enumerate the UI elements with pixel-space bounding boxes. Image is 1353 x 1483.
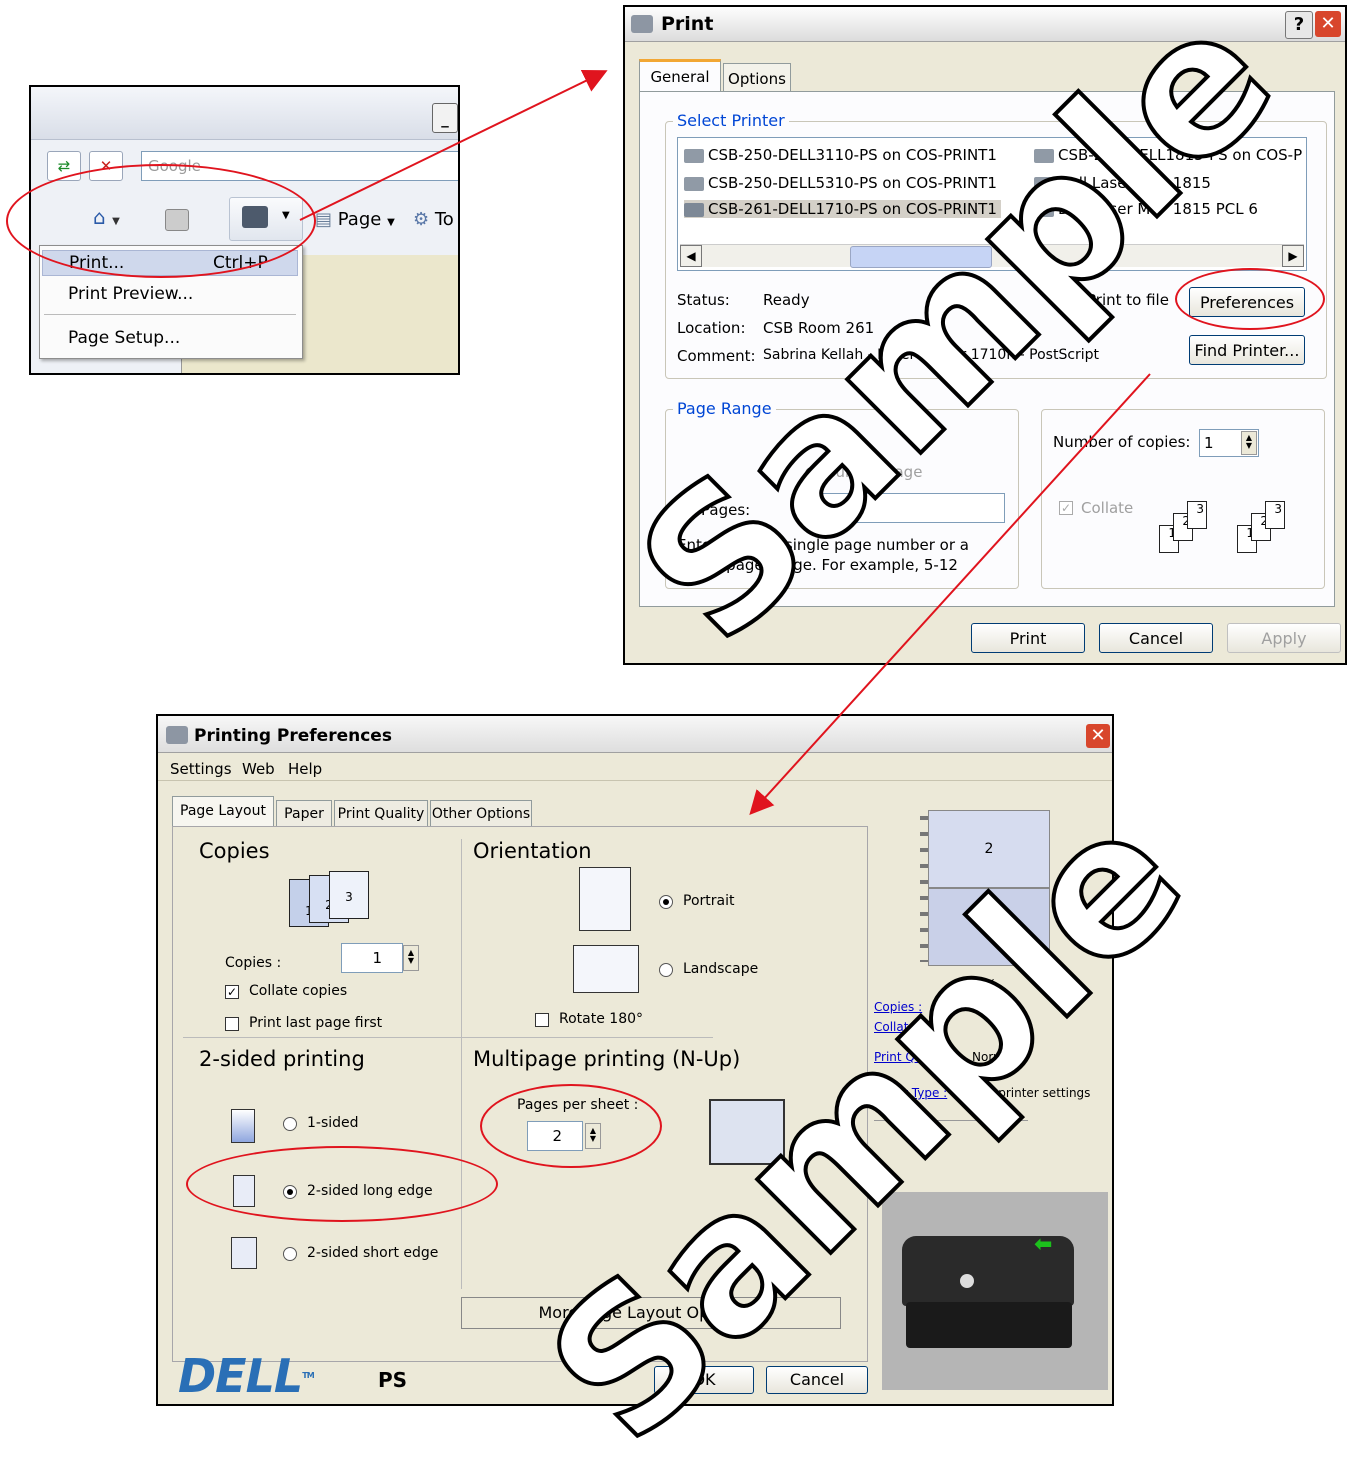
arrow-to-print-dialog (299, 69, 608, 221)
arrow-to-preferences-dialog (749, 373, 1151, 815)
annotation-arrows (299, 69, 1151, 815)
